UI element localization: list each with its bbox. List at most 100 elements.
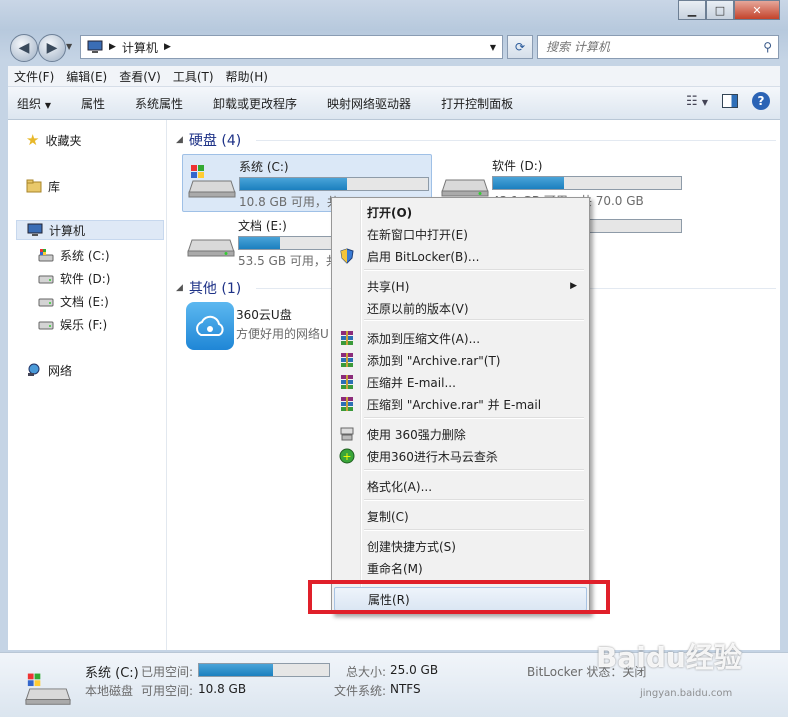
refresh-button[interactable]: ⟳	[507, 35, 533, 59]
sidebar-item-drive-d[interactable]: 软件 (D:)	[38, 268, 110, 288]
context-menu-label: 启用 BitLocker(B)...	[367, 249, 480, 264]
network-icon	[28, 363, 40, 376]
breadcrumb-computer[interactable]: 计算机	[122, 39, 158, 56]
status-fs-value: NTFS	[390, 682, 421, 696]
open-control-panel-button[interactable]: 打开控制面板	[432, 95, 522, 112]
status-total-value: 25.0 GB	[390, 663, 439, 677]
status-usage-bar	[198, 663, 330, 677]
context-menu-item[interactable]: 共享(H) ▶	[334, 275, 585, 297]
system-drive-icon	[187, 159, 237, 199]
status-usage-fill	[199, 664, 274, 676]
preview-pane-icon[interactable]	[722, 94, 738, 108]
menu-separator	[364, 269, 584, 271]
status-total-label: 总大小:	[346, 665, 387, 679]
sidebar-item-drive-e[interactable]: 文档 (E:)	[38, 291, 109, 311]
status-free-value: 10.8 GB	[198, 682, 247, 696]
context-menu-label: 压缩到 "Archive.rar" 并 E-mail	[367, 397, 542, 412]
menu-separator	[364, 529, 584, 531]
drive-icon	[38, 298, 54, 307]
context-menu-label: 打开(O)	[367, 205, 413, 220]
address-dropdown-icon[interactable]: ▼	[490, 43, 496, 52]
watermark-url: jingyan.baidu.com	[640, 688, 733, 699]
cloud-disk-icon	[186, 302, 234, 350]
context-menu-label: 使用 360强力删除	[367, 427, 466, 442]
group-title: 其他 (1)	[188, 281, 242, 297]
context-menu-item[interactable]: 在新窗口中打开(E)	[334, 223, 585, 245]
status-drive-type: 本地磁盘	[85, 684, 134, 698]
forward-button[interactable]: ▶	[38, 34, 66, 62]
minimize-button[interactable]: ▁	[678, 0, 706, 20]
breadcrumb-arrow-icon[interactable]: ▶	[164, 42, 171, 52]
recent-pages-icon[interactable]: ▼	[66, 42, 72, 51]
context-menu-item[interactable]: 复制(C)	[334, 505, 585, 527]
context-menu-item[interactable]: 还原以前的版本(V)	[334, 297, 585, 319]
context-menu-item[interactable]: 重命名(M)	[334, 557, 585, 579]
context-menu-item[interactable]: 压缩并 E-mail...	[334, 371, 585, 393]
search-box[interactable]: ⚲	[537, 35, 779, 59]
context-menu: 打开(O) 在新窗口中打开(E) 启用 BitLocker(B)... 共享(H) ▶ 还…	[331, 197, 590, 614]
menu-edit[interactable]: 编辑(E)	[60, 68, 113, 85]
context-menu-item[interactable]: + 使用360进行木马云查杀	[334, 445, 585, 467]
uninstall-program-button[interactable]: 卸载或更改程序	[204, 95, 306, 112]
menu-tools[interactable]: 工具(T)	[167, 68, 220, 85]
sidebar-item-drive-c[interactable]: 系统 (C:)	[38, 245, 110, 265]
sidebar-item-drive-f[interactable]: 娱乐 (F:)	[38, 314, 107, 334]
organize-button[interactable]: 组织 ▼	[8, 95, 60, 112]
close-button[interactable]: ✕	[734, 0, 780, 20]
view-options-icon[interactable]: ☷ ▼	[686, 94, 708, 109]
breadcrumb-separator-icon: ▶	[109, 42, 116, 52]
svg-text:+: +	[342, 450, 351, 463]
system-drive-icon	[38, 249, 54, 262]
context-menu-label: 格式化(A)...	[367, 479, 433, 494]
menu-help[interactable]: 帮助(H)	[220, 68, 274, 85]
map-network-drive-button[interactable]: 映射网络驱动器	[318, 95, 420, 112]
usage-fill	[493, 177, 565, 189]
system-properties-button[interactable]: 系统属性	[126, 95, 192, 112]
usage-bar	[492, 176, 682, 190]
context-menu-label: 重命名(M)	[367, 561, 423, 576]
context-menu-item[interactable]: 添加到压缩文件(A)...	[334, 327, 585, 349]
sidebar-item-network[interactable]: 网络	[26, 360, 72, 380]
search-input[interactable]	[544, 39, 738, 55]
usage-fill	[240, 178, 348, 190]
context-menu-item[interactable]: 创建快捷方式(S)	[334, 535, 585, 557]
maximize-button[interactable]: □	[706, 0, 734, 20]
menu-view[interactable]: 查看(V)	[113, 68, 167, 85]
drive-icon	[38, 275, 54, 284]
item-name: 360云U盘	[236, 308, 292, 322]
collapse-icon: ◢	[176, 135, 183, 145]
drive-name: 软件 (D:)	[492, 159, 543, 173]
sidebar-label: 文档 (E:)	[60, 294, 109, 309]
context-menu-label: 使用360进行木马云查杀	[367, 449, 498, 464]
sidebar-item-favorites[interactable]: ★ 收藏夹	[26, 130, 81, 150]
menu-file[interactable]: 文件(F)	[8, 68, 60, 85]
context-menu-item[interactable]: 压缩到 "Archive.rar" 并 E-mail	[334, 393, 585, 415]
context-menu-label: 还原以前的版本(V)	[367, 301, 469, 316]
context-menu-item[interactable]: 添加到 "Archive.rar"(T)	[334, 349, 585, 371]
highlight-annotation	[308, 580, 610, 614]
search-icon[interactable]: ⚲	[763, 40, 772, 54]
winrar-icon	[339, 330, 355, 346]
sidebar-item-computer[interactable]: 计算机	[16, 220, 164, 240]
context-menu-item[interactable]: 格式化(A)...	[334, 475, 585, 497]
winrar-icon	[339, 396, 355, 412]
properties-button[interactable]: 属性	[72, 95, 114, 112]
status-drive-name: 系统 (C:)	[85, 666, 139, 681]
context-menu-label: 添加到压缩文件(A)...	[367, 331, 481, 346]
context-menu-item[interactable]: 使用 360强力删除	[334, 423, 585, 445]
group-header-hdd[interactable]: ◢ 硬盘 (4)	[176, 130, 780, 150]
item-description: 方便好用的网络U	[236, 327, 329, 341]
computer-icon	[87, 40, 103, 53]
context-menu-item[interactable]: 启用 BitLocker(B)...	[334, 245, 585, 267]
sidebar-label: 系统 (C:)	[60, 248, 110, 263]
system-drive-icon	[25, 673, 71, 705]
status-fs-label: 文件系统:	[334, 684, 387, 698]
context-menu-label: 压缩并 E-mail...	[367, 375, 456, 390]
back-button[interactable]: ◀	[10, 34, 38, 62]
sidebar-item-library[interactable]: 库	[26, 176, 60, 196]
star-icon: ★	[26, 131, 40, 149]
help-icon[interactable]: ?	[752, 92, 770, 110]
address-bar[interactable]: ▶ 计算机 ▶ ▼	[80, 35, 503, 59]
context-menu-item[interactable]: 打开(O)	[334, 201, 585, 223]
watermark-logo: Baidu经验	[596, 641, 742, 674]
